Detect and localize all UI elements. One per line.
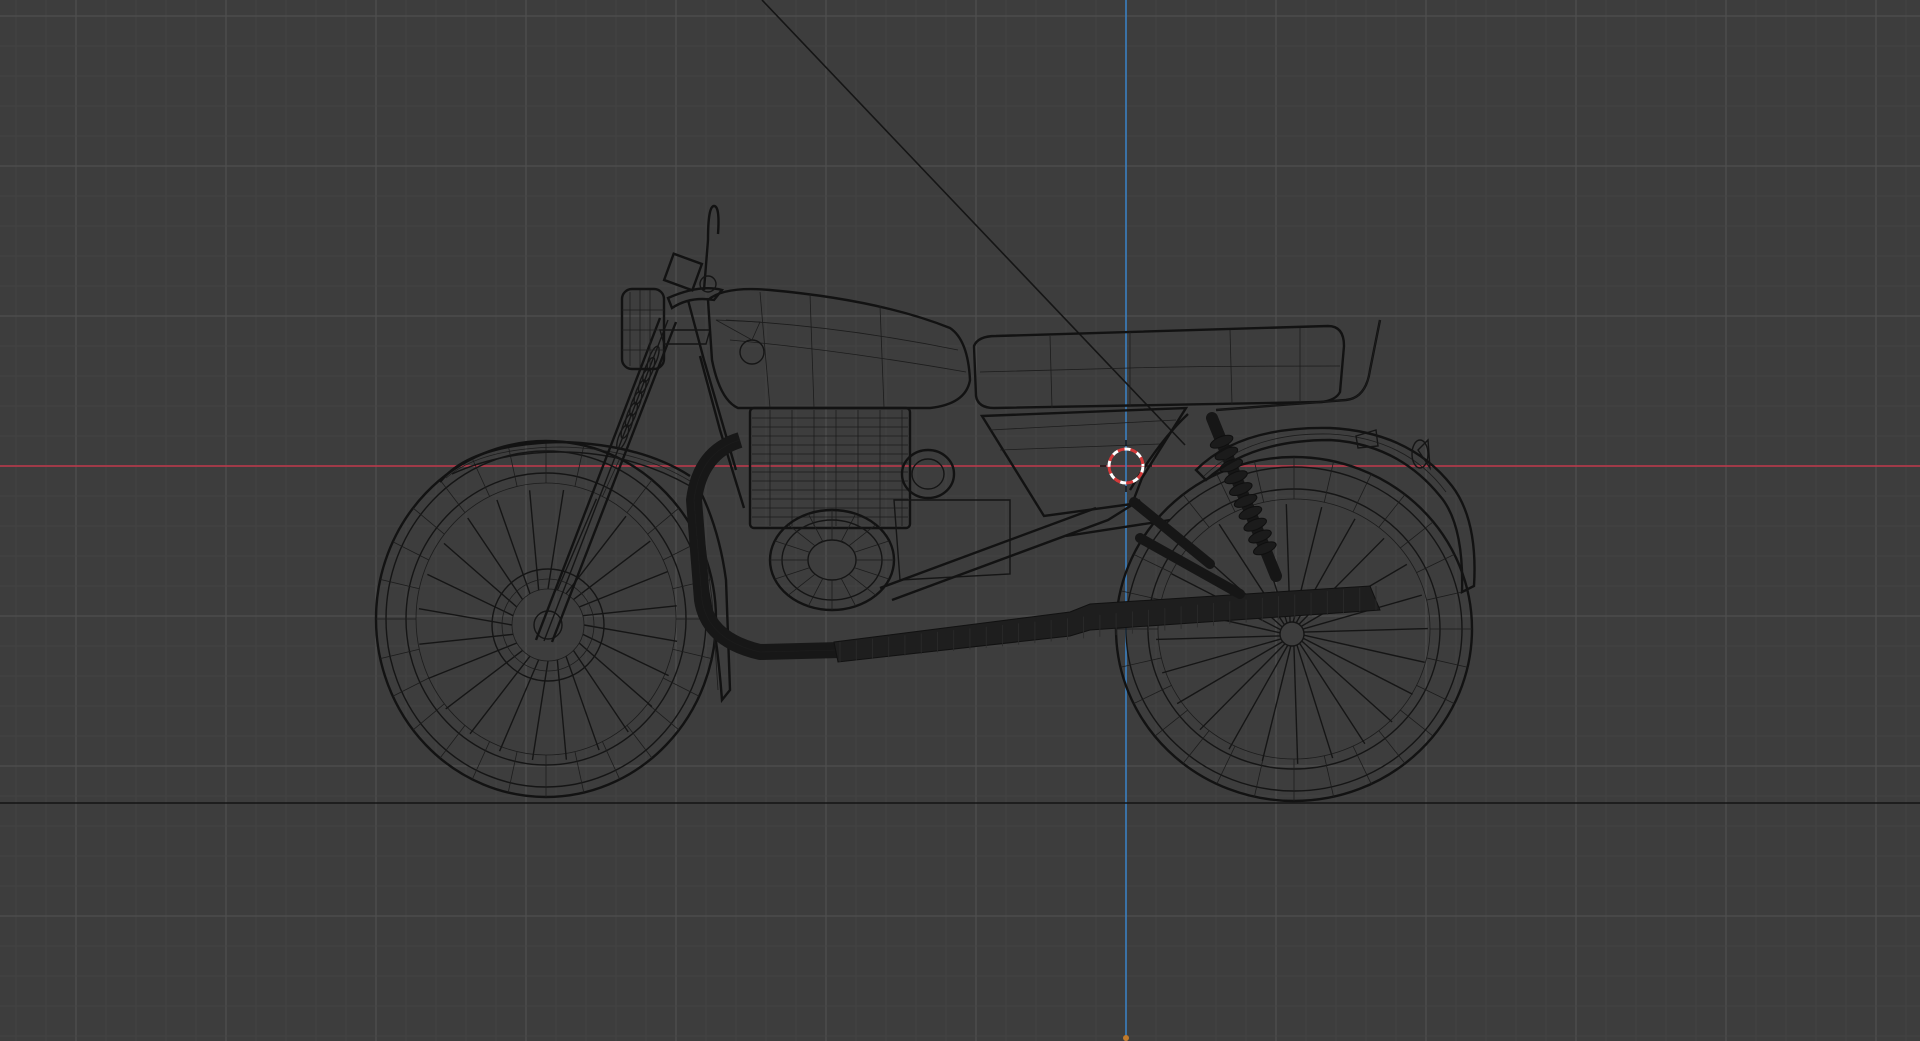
spoke: [418, 608, 513, 626]
case-segment: [840, 578, 857, 607]
spoke: [1299, 642, 1366, 745]
spoke: [1199, 643, 1286, 731]
rear-fender: [1194, 426, 1476, 594]
tire-segment: [1182, 730, 1210, 764]
spoke: [582, 605, 677, 617]
seat: [972, 324, 1346, 410]
spoke: [1228, 644, 1289, 750]
tire-segment: [507, 751, 518, 793]
tire-segment: [412, 703, 445, 731]
spoke: [1296, 644, 1334, 759]
tire-segment: [1154, 709, 1188, 737]
case-segment: [854, 567, 890, 580]
side-panel: [979, 406, 1189, 518]
tire-segment: [471, 741, 490, 780]
tire-segment: [647, 507, 680, 535]
tire-segment: [1416, 685, 1455, 704]
tire-segment: [1378, 494, 1406, 528]
front-tire-segments: [376, 441, 716, 797]
front-spokes: [418, 489, 678, 761]
tire-segment: [647, 703, 680, 731]
spoke: [1156, 635, 1281, 641]
viewport-grid: [0, 0, 1920, 1041]
spoke: [1162, 638, 1282, 674]
case-segment: [807, 578, 824, 607]
viewport-canvas[interactable]: [0, 0, 1920, 1041]
spoke: [1293, 645, 1299, 764]
tire-segment: [1400, 709, 1434, 737]
case-segment: [854, 540, 890, 553]
spoke: [583, 624, 678, 642]
rear-wheel[interactable]: [1114, 455, 1474, 803]
spoke: [428, 642, 518, 680]
tire-segment: [662, 677, 700, 697]
tire-segment: [1416, 554, 1455, 573]
tire-segment: [602, 741, 621, 780]
tire-segment: [412, 507, 445, 535]
tire-segment: [1426, 657, 1468, 668]
tire-segment: [380, 648, 420, 659]
tire-segment: [392, 677, 430, 697]
tire-segment: [1254, 755, 1265, 797]
front-fender: [439, 440, 732, 704]
rear-grab-rail[interactable]: [1215, 319, 1382, 412]
tire-segment: [1378, 730, 1406, 764]
tire-segment: [1133, 685, 1172, 704]
tire-segment: [574, 751, 585, 793]
origin-marker: [1123, 1035, 1129, 1041]
tire-segment: [1182, 494, 1210, 528]
3d-viewport[interactable]: [0, 0, 1920, 1041]
mirror-and-handlebar: [659, 204, 725, 345]
tire-segment: [1352, 473, 1372, 513]
spoke: [1176, 640, 1284, 705]
tire-segment: [380, 579, 420, 590]
tire-segment: [1352, 745, 1372, 785]
spoke: [1301, 640, 1393, 723]
tire-segment: [626, 725, 653, 759]
case-segment: [774, 567, 810, 580]
spoke: [528, 490, 540, 591]
tire-segment: [392, 541, 430, 561]
tire-segment: [1323, 755, 1334, 797]
spoke: [556, 659, 568, 760]
rear-spokes: [1156, 504, 1428, 764]
case-segment: [774, 540, 810, 553]
fuel-tank: [706, 287, 972, 410]
tire-segment: [439, 725, 466, 759]
front-wheel[interactable]: [374, 439, 718, 799]
tire-segment: [1216, 745, 1236, 785]
spoke: [496, 499, 531, 595]
spoke: [578, 570, 668, 608]
